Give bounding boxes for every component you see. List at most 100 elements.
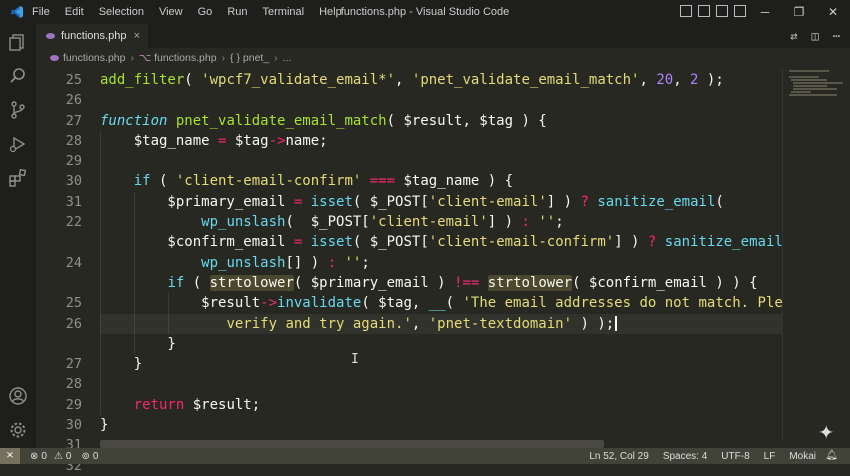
- color-theme[interactable]: Mokai: [789, 451, 816, 462]
- split-editor-icon[interactable]: ◫: [812, 29, 819, 43]
- code-line[interactable]: $primary_email = isset( $_POST['client-e…: [100, 192, 782, 212]
- menu-view[interactable]: View: [159, 6, 183, 18]
- code-token: 'client-email-confirm': [175, 173, 362, 190]
- line-ending[interactable]: LF: [764, 451, 776, 462]
- php-file-icon: [50, 55, 59, 61]
- breadcrumb-file[interactable]: functions.php: [63, 52, 125, 64]
- menu-file[interactable]: File: [32, 6, 50, 18]
- toggle-panel-icon[interactable]: [698, 5, 710, 17]
- code-line[interactable]: wp_unslash( $_POST['client-email'] ) : '…: [100, 212, 782, 232]
- ports-indicator[interactable]: ⊚ 0: [81, 451, 98, 462]
- code-token: [] ): [285, 254, 328, 271]
- menu-selection[interactable]: Selection: [99, 6, 144, 18]
- code-token: $tag_name: [100, 132, 219, 149]
- editor-actions: ⇄ ◫ ⋯: [790, 29, 840, 43]
- php-file-icon: [46, 33, 55, 39]
- minimize-icon[interactable]: ─: [748, 0, 782, 24]
- code-line[interactable]: function pnet_validate_email_match( $res…: [100, 111, 782, 131]
- minimap[interactable]: [782, 68, 850, 440]
- layout-controls: [680, 5, 746, 17]
- code-token: }: [100, 335, 176, 352]
- bell-icon[interactable]: 🔔︎: [825, 448, 838, 464]
- code-line[interactable]: if ( strtolower( $primary_email ) !== st…: [100, 273, 782, 293]
- code-token: add_filter: [100, 72, 185, 88]
- code-token: name;: [285, 132, 328, 149]
- code-token: ) );: [572, 315, 615, 332]
- line-number: 22: [65, 214, 82, 231]
- cursor-position[interactable]: Ln 52, Col 29: [589, 451, 649, 462]
- code-token: $result;: [184, 396, 261, 413]
- code-token: verify and try again.': [226, 315, 412, 332]
- minimap-line: [789, 76, 819, 78]
- close-window-icon[interactable]: ✕: [816, 0, 850, 24]
- code-line[interactable]: }: [100, 415, 782, 435]
- toggle-sidebar-icon[interactable]: [680, 5, 692, 17]
- line-number: 29: [65, 396, 82, 413]
- tab-functions-php[interactable]: functions.php ×: [36, 24, 148, 48]
- more-actions-icon[interactable]: ⋯: [833, 29, 840, 43]
- indentation[interactable]: Spaces: 4: [663, 451, 707, 462]
- code-token: ;: [361, 254, 370, 271]
- settings-gear-icon[interactable]: [8, 420, 28, 440]
- code-line[interactable]: wp_unslash[] ) : '';: [100, 253, 782, 273]
- code-token: wp_unslash: [201, 254, 286, 271]
- menu-edit[interactable]: Edit: [65, 6, 84, 18]
- text-cursor-icon: I: [351, 352, 359, 367]
- current-code-line[interactable]: verify and try again.', 'pnet-textdomain…: [100, 313, 782, 334]
- code-token: wp_unslash: [201, 214, 286, 231]
- code-line[interactable]: [100, 374, 782, 394]
- breadcrumb-namespace[interactable]: { } pnet_: [230, 52, 269, 64]
- code-line[interactable]: }: [100, 354, 782, 374]
- code-token: ( $primary_email ): [293, 274, 455, 291]
- code-token: __: [428, 295, 446, 312]
- code-token: 20: [656, 72, 674, 88]
- search-icon[interactable]: [8, 66, 28, 86]
- ports-count: 0: [92, 450, 99, 462]
- minimap-line: [789, 70, 829, 72]
- code-line[interactable]: if ( 'client-email-confirm' === $tag_nam…: [100, 171, 782, 191]
- horizontal-scrollbar[interactable]: [100, 440, 604, 448]
- restore-icon[interactable]: ❐: [782, 0, 816, 24]
- code-editor[interactable]: add_filter( 'wpcf7_validate_email*', 'pn…: [100, 70, 782, 476]
- code-line[interactable]: $confirm_email = isset( $_POST['client-e…: [100, 232, 782, 252]
- code-line[interactable]: [100, 90, 782, 110]
- code-token: ->: [260, 295, 278, 312]
- code-token: ?: [580, 193, 589, 210]
- menu-terminal[interactable]: Terminal: [263, 6, 305, 18]
- chevron-right-icon: ›: [274, 52, 278, 64]
- code-token: (: [445, 295, 463, 312]
- breadcrumb-more[interactable]: ...: [283, 52, 292, 64]
- customize-layout-icon[interactable]: [734, 5, 746, 17]
- code-token: if: [167, 274, 185, 291]
- code-line[interactable]: add_filter( 'wpcf7_validate_email*', 'pn…: [100, 70, 782, 90]
- code-token: $result: [100, 295, 261, 312]
- encoding[interactable]: UTF-8: [721, 451, 749, 462]
- toggle-secondary-sidebar-icon[interactable]: [716, 5, 728, 17]
- close-tab-icon[interactable]: ×: [134, 30, 140, 42]
- code-line[interactable]: }: [100, 334, 782, 354]
- code-token: ( $_POST[: [352, 234, 429, 251]
- menu-run[interactable]: Run: [227, 6, 247, 18]
- code-token: (: [184, 274, 210, 291]
- run-debug-icon[interactable]: [8, 134, 28, 154]
- editor-tab-bar: functions.php × ⇄ ◫ ⋯: [36, 24, 850, 48]
- menu-go[interactable]: Go: [198, 6, 213, 18]
- code-line[interactable]: $result->invalidate( $tag, __( 'The emai…: [100, 293, 782, 313]
- code-line[interactable]: $tag_name = $tag->name;: [100, 131, 782, 151]
- account-icon[interactable]: [8, 386, 28, 406]
- sparkle-icon: ✦: [818, 416, 834, 446]
- compare-changes-icon[interactable]: ⇄: [790, 29, 797, 43]
- remote-indicator-icon[interactable]: ⨯: [0, 448, 20, 464]
- code-line[interactable]: [100, 151, 782, 171]
- breadcrumb-function[interactable]: functions.php: [154, 52, 216, 64]
- code-token: ,: [639, 72, 657, 88]
- warning-count: 0: [65, 450, 72, 462]
- explorer-icon[interactable]: [8, 32, 28, 52]
- code-token: if: [133, 173, 151, 190]
- code-line[interactable]: return $result;: [100, 395, 782, 415]
- problems-indicator[interactable]: ⊗ 0 ⚠ 0: [30, 451, 71, 462]
- extensions-icon[interactable]: [8, 168, 28, 188]
- source-control-icon[interactable]: [8, 100, 28, 120]
